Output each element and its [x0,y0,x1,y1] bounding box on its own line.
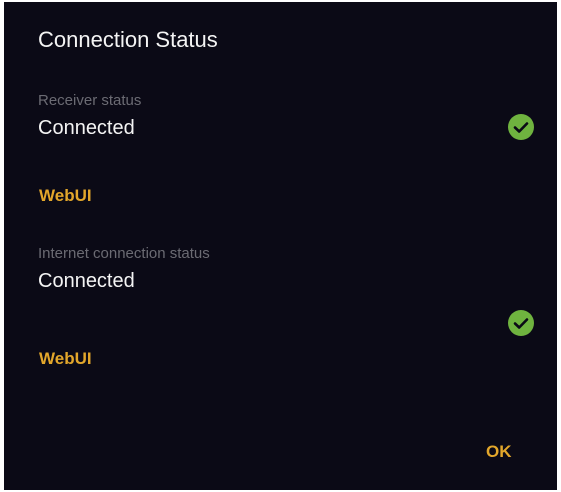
internet-status-value: Connected [38,270,135,292]
connection-status-dialog: Connection Status Receiver status Connec… [4,2,557,490]
receiver-status-value: Connected [38,117,135,139]
receiver-webui-link[interactable]: WebUI [39,186,92,206]
receiver-status-label: Receiver status [38,92,142,109]
dialog-title: Connection Status [38,27,218,52]
check-circle-icon [508,310,534,336]
ok-button[interactable]: OK [486,442,512,462]
internet-status-label: Internet connection status [38,245,210,262]
internet-webui-link[interactable]: WebUI [39,349,92,369]
check-circle-icon [508,114,534,140]
